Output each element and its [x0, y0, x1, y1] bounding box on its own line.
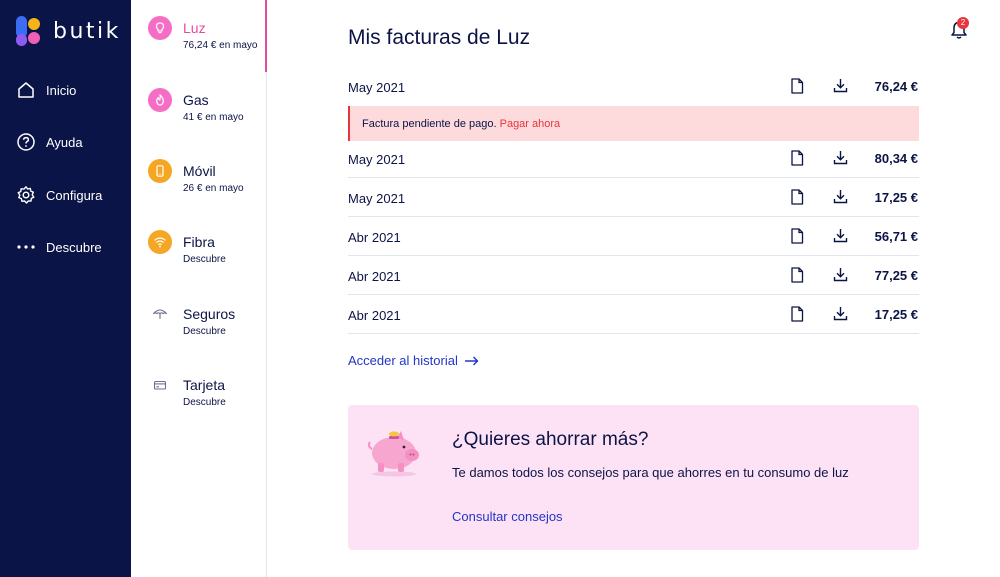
lightbulb-icon — [148, 16, 172, 40]
alert-text: Factura pendiente de pago. — [362, 118, 497, 130]
document-icon[interactable] — [790, 228, 804, 244]
service-summary: 76,24 € en mayo — [183, 40, 258, 51]
download-icon[interactable] — [833, 306, 848, 321]
document-icon[interactable] — [790, 306, 804, 322]
service-summary: 41 € en mayo — [183, 112, 244, 123]
service-item-fibra[interactable]: Fibra Descubre — [131, 214, 266, 284]
download-icon[interactable] — [833, 150, 848, 165]
page-title: Mis facturas de Luz — [348, 26, 531, 49]
service-name: Fibra — [183, 234, 215, 250]
butik-logo[interactable]: butik — [16, 16, 121, 46]
download-icon[interactable] — [833, 189, 848, 204]
document-icon[interactable] — [790, 150, 804, 166]
invoice-amount: 56,71 € — [874, 229, 918, 244]
nav-item-label: Inicio — [46, 82, 77, 98]
invoice-row: May 2021 76,24 € — [348, 68, 919, 106]
service-summary: 26 € en mayo — [183, 183, 244, 194]
invoice-date: May 2021 — [348, 152, 406, 167]
arrow-right-icon — [464, 356, 479, 365]
logo-mark-icon — [16, 16, 42, 46]
invoice-row: Abr 2021 56,71 € — [348, 218, 919, 256]
gear-icon — [17, 186, 35, 204]
promo-title: ¿Quieres ahorrar más? — [452, 429, 649, 450]
invoice-date: Abr 2021 — [348, 308, 401, 323]
wifi-icon — [148, 230, 172, 254]
savings-promo-card: ¿Quieres ahorrar más? Te damos todos los… — [348, 405, 919, 550]
alert-message: Factura pendiente de pago. Pagar ahora — [362, 118, 560, 130]
piggy-bank-illustration — [367, 431, 419, 477]
umbrella-icon — [148, 302, 172, 326]
service-name: Luz — [183, 20, 206, 36]
invoice-amount: 76,24 € — [874, 79, 918, 94]
document-icon[interactable] — [790, 78, 804, 94]
service-item-luz[interactable]: Luz 76,24 € en mayo — [131, 0, 267, 72]
invoice-amount: 77,25 € — [874, 268, 918, 283]
more-dots-icon — [17, 245, 35, 249]
service-item-gas[interactable]: Gas 41 € en mayo — [131, 72, 266, 142]
service-name: Tarjeta — [183, 377, 226, 393]
consult-tips-link[interactable]: Consultar consejos — [452, 509, 563, 524]
download-icon[interactable] — [833, 228, 848, 243]
nav-item-descubre[interactable]: Descubre — [16, 235, 102, 259]
service-item-movil[interactable]: Móvil 26 € en mayo — [131, 143, 266, 213]
nav-item-configura[interactable]: Configura — [16, 183, 102, 207]
service-item-tarjeta[interactable]: Tarjeta Descubre — [131, 357, 266, 427]
invoice-row: May 2021 80,34 € — [348, 140, 919, 178]
history-link-label: Acceder al historial — [348, 353, 458, 368]
logo-text: butik — [53, 18, 121, 44]
download-icon[interactable] — [833, 267, 848, 282]
invoice-row: May 2021 17,25 € — [348, 179, 919, 217]
document-icon[interactable] — [790, 267, 804, 283]
main-content: Mis facturas de Luz 2 May 2021 76,24 € F… — [267, 0, 1000, 577]
services-list: Luz 76,24 € en mayo Gas 41 € en mayo Móv… — [131, 0, 267, 577]
invoice-row: Abr 2021 17,25 € — [348, 296, 919, 334]
nav-item-label: Descubre — [46, 239, 102, 255]
invoice-row: Abr 2021 77,25 € — [348, 257, 919, 295]
notification-badge: 2 — [957, 17, 969, 29]
phone-icon — [148, 159, 172, 183]
service-summary: Descubre — [183, 254, 226, 265]
promo-description: Te damos todos los consejos para que aho… — [452, 465, 849, 480]
invoice-date: May 2021 — [348, 80, 406, 95]
card-icon — [148, 373, 172, 397]
nav-item-ayuda[interactable]: Ayuda — [16, 130, 83, 154]
service-name: Seguros — [183, 306, 236, 322]
history-link[interactable]: Acceder al historial — [348, 353, 479, 368]
service-name: Móvil — [183, 163, 216, 179]
service-summary: Descubre — [183, 326, 226, 337]
flame-icon — [148, 88, 172, 112]
nav-item-label: Configura — [46, 187, 103, 203]
pay-now-link[interactable]: Pagar ahora — [500, 118, 561, 130]
service-summary: Descubre — [183, 397, 226, 408]
invoice-amount: 80,34 € — [874, 151, 918, 166]
document-icon[interactable] — [790, 189, 804, 205]
download-icon[interactable] — [833, 78, 848, 93]
invoice-date: Abr 2021 — [348, 230, 401, 245]
invoice-amount: 17,25 € — [874, 190, 918, 205]
home-icon — [18, 82, 34, 98]
invoice-amount: 17,25 € — [874, 307, 918, 322]
nav-item-label: Ayuda — [46, 134, 83, 150]
pending-payment-alert: Factura pendiente de pago. Pagar ahora — [348, 106, 919, 141]
invoice-date: May 2021 — [348, 191, 406, 206]
help-icon — [17, 133, 35, 151]
nav-item-inicio[interactable]: Inicio — [16, 78, 76, 102]
service-item-seguros[interactable]: Seguros Descubre — [131, 286, 266, 356]
service-name: Gas — [183, 92, 209, 108]
main-navigation: butik Inicio Ayuda Configura Descubre — [0, 0, 131, 577]
invoice-date: Abr 2021 — [348, 269, 401, 284]
